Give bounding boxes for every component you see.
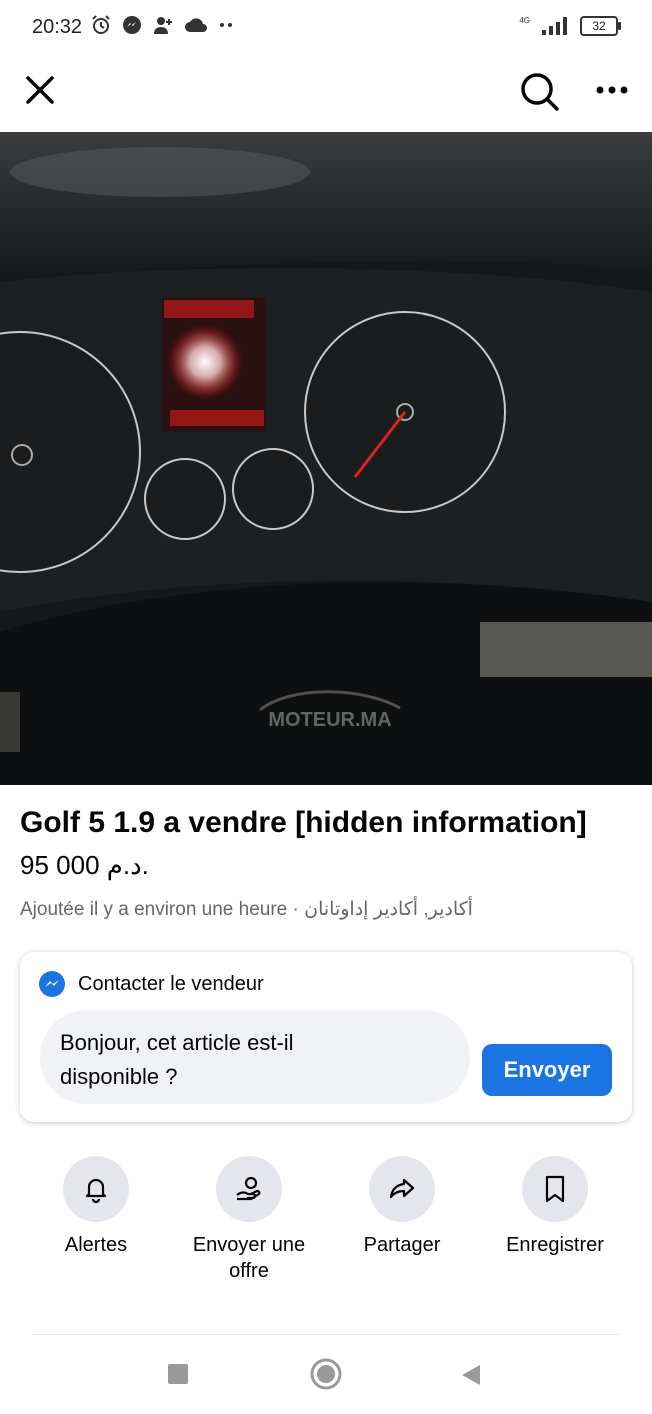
system-nav-bar [0,1340,652,1414]
listing-meta: Ajoutée il y a environ une heure · أكادي… [20,899,473,920]
watermark-text: MOTEUR.MA [268,709,391,731]
make-offer-button[interactable] [216,1156,282,1222]
divider [32,1334,620,1335]
status-icons [90,14,236,36]
contact-title: Contacter le vendeur [78,972,264,995]
contact-seller-card: Contacter le vendeur Bonjour, cet articl… [20,952,632,1122]
bell-icon [85,1178,107,1204]
search-icon[interactable] [516,68,562,114]
status-time: 20:32 [32,16,83,38]
status-bar: 20:32 4G 32 [0,0,652,58]
close-icon[interactable] [20,70,60,110]
make-offer-action[interactable]: Envoyer une offre [174,1156,324,1284]
cloud-icon [185,18,207,32]
share-icon [389,1178,415,1199]
alarm-icon [92,15,110,34]
alerts-action[interactable]: Alertes [21,1156,171,1258]
message-text: Bonjour, cet article est-il disponible ? [60,1030,294,1089]
top-bar [0,58,652,132]
share-action[interactable]: Partager [327,1156,477,1258]
bookmark-icon [545,1175,565,1203]
alerts-button[interactable] [63,1156,129,1222]
contact-header: Contacter le vendeur [38,970,264,998]
status-right: 4G 32 [519,15,621,36]
listing-photo[interactable]: MOTEUR.MA [0,132,652,785]
save-button[interactable] [522,1156,588,1222]
battery-icon: 32 [580,16,621,36]
person-icon [154,17,172,34]
more-icon[interactable] [592,72,632,108]
back-button[interactable] [458,1362,484,1388]
home-button[interactable] [310,1358,342,1390]
more-dots-icon [220,23,232,27]
share-button[interactable] [369,1156,435,1222]
listing-price: 95 000 د.م. [20,850,149,880]
alerts-label: Alertes [64,1234,128,1256]
signal-icon [542,17,567,35]
network-label: 4G [519,15,530,25]
recents-button[interactable] [168,1364,188,1384]
share-label: Partager [363,1234,441,1256]
battery-level: 32 [592,19,606,33]
message-input[interactable]: Bonjour, cet article est-il disponible ? [40,1010,470,1104]
save-action[interactable]: Enregistrer [480,1156,630,1258]
action-row: Alertes Envoyer une offre Partager Enreg… [0,1156,652,1296]
offer-icon [236,1176,261,1201]
save-label: Enregistrer [506,1234,604,1256]
make-offer-label: Envoyer une offre [192,1234,306,1282]
messenger-icon [39,971,65,997]
send-button[interactable]: Envoyer [482,1044,612,1096]
messenger-icon [123,16,141,34]
listing-title: Golf 5 1.9 a vendre [hidden information] [20,806,587,839]
watermark-logo: MOTEUR.MA [259,690,401,731]
